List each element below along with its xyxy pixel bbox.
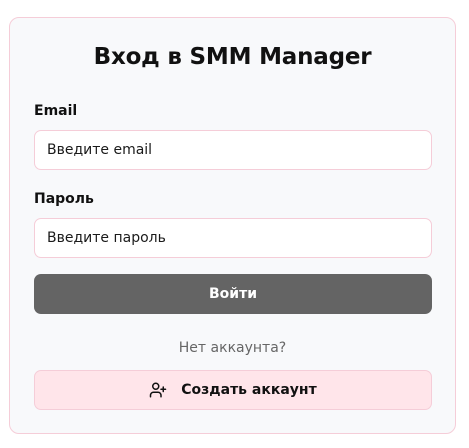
create-account-button[interactable]: Создать аккаунт — [34, 370, 432, 410]
no-account-text: Нет аккаунта? — [178, 340, 287, 356]
password-label: Пароль — [34, 191, 94, 207]
login-card: Вход в SMM Manager Email Пароль Войти Не… — [9, 17, 456, 434]
user-plus-icon — [149, 381, 167, 399]
create-account-label: Создать аккаунт — [181, 382, 317, 398]
password-field[interactable] — [34, 218, 432, 258]
login-button[interactable]: Войти — [34, 274, 432, 314]
email-field[interactable] — [34, 130, 432, 170]
email-label: Email — [34, 103, 78, 119]
page-title: Вход в SMM Manager — [93, 44, 372, 70]
